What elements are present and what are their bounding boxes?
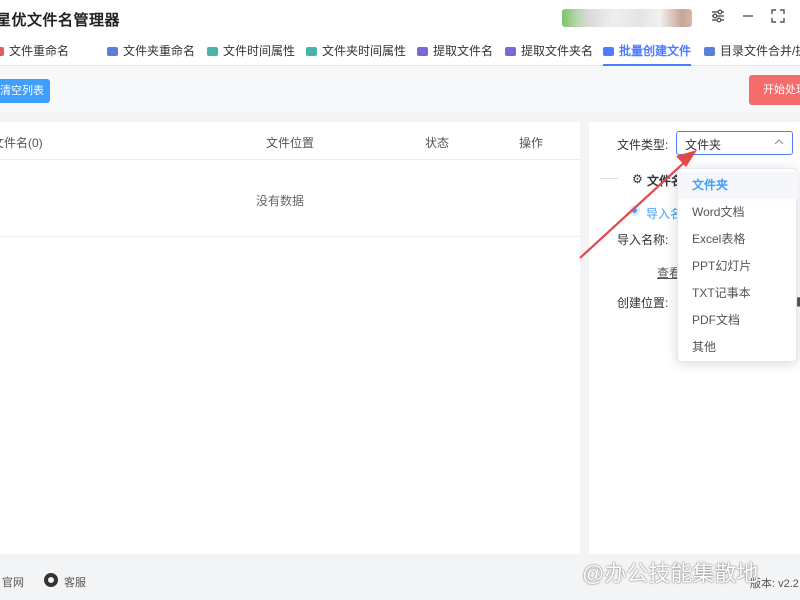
support-icon bbox=[44, 573, 58, 587]
watermark-text: @办公技能集散地 bbox=[582, 561, 759, 586]
support-link[interactable]: 客服 bbox=[64, 574, 86, 590]
annotation-arrow bbox=[579, 150, 697, 259]
website-link[interactable]: 官网 bbox=[2, 574, 24, 590]
